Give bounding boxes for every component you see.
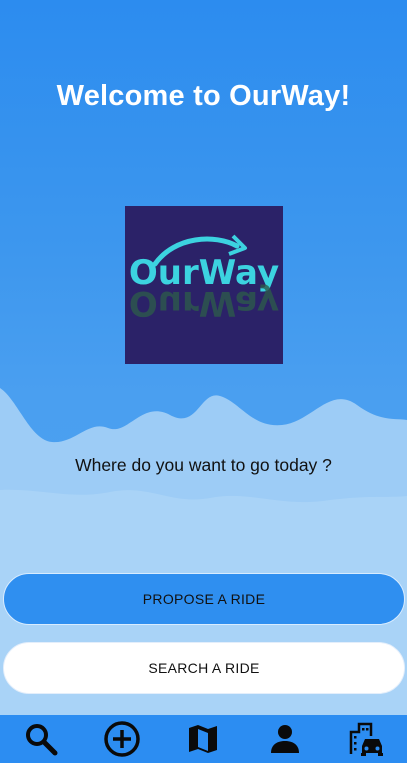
nav-search[interactable] bbox=[16, 717, 66, 761]
search-icon bbox=[25, 724, 58, 756]
nav-add[interactable] bbox=[97, 717, 147, 761]
city-car-icon bbox=[350, 722, 384, 756]
search-ride-button[interactable]: SEARCH A RIDE bbox=[3, 642, 405, 694]
ourway-logo: OurWay OurWay bbox=[125, 206, 283, 364]
bottom-navigation bbox=[0, 715, 407, 763]
svg-text:OurWay: OurWay bbox=[129, 283, 279, 323]
ourway-logo-graphic: OurWay OurWay bbox=[129, 234, 279, 323]
map-icon bbox=[189, 725, 218, 753]
add-circle-icon bbox=[104, 721, 140, 757]
person-icon bbox=[270, 725, 299, 753]
nav-rides[interactable] bbox=[341, 717, 391, 761]
page-title: Welcome to OurWay! bbox=[56, 80, 351, 112]
propose-ride-button[interactable]: PROPOSE A RIDE bbox=[3, 573, 405, 625]
home-screen: Welcome to OurWay! OurWay OurWay Where d… bbox=[0, 0, 407, 715]
nav-profile[interactable] bbox=[260, 717, 310, 761]
destination-prompt: Where do you want to go today ? bbox=[75, 455, 332, 475]
nav-map[interactable] bbox=[178, 717, 228, 761]
